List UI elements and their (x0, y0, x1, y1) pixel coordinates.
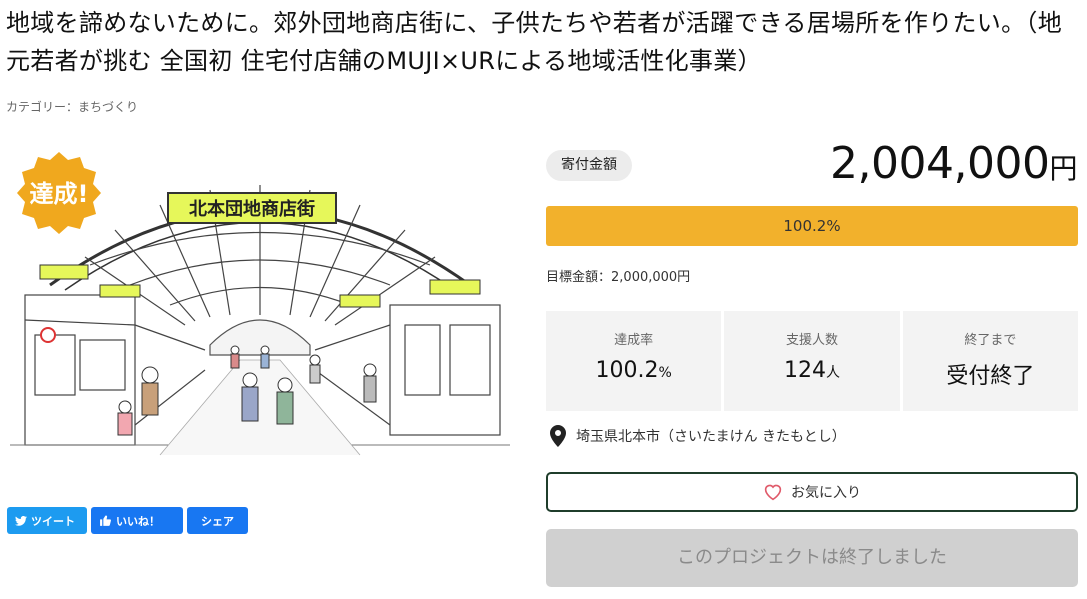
donation-amount-label: 寄付金額 (546, 150, 632, 181)
stat-label: 終了まで (964, 333, 1017, 348)
project-ended-button[interactable]: このプロジェクトは終了しました (546, 529, 1078, 587)
achieved-badge: 達成! (29, 180, 89, 208)
thumbs-up-icon (100, 515, 111, 526)
stat-unit: % (658, 365, 672, 381)
favorite-label: お気に入り (791, 485, 861, 501)
project-title: 地域を諦めないために。郊外団地商店街に、子供たちや若者が活躍できる居場所を作りた… (6, 9, 1062, 75)
share-button[interactable]: シェア (187, 507, 248, 534)
share-buttons: ツイート いいね！ シェア (7, 507, 248, 534)
like-button[interactable]: いいね！ (91, 507, 183, 534)
goal-amount: 目標金額：2,000,000円 (546, 266, 690, 285)
favorite-button[interactable]: お気に入り (546, 472, 1078, 512)
donation-amount-value: 2,004,000 (830, 138, 1050, 189)
stat-achievement-rate: 達成率 100.2% (546, 311, 722, 411)
heart-icon (764, 484, 782, 501)
progress-bar: 100.2% (546, 206, 1078, 246)
stat-value: 100.2 (595, 358, 659, 383)
donation-amount: 2,004,000円 (830, 138, 1077, 189)
category-label: カテゴリー： (6, 100, 79, 114)
stat-label: 支援人数 (785, 333, 838, 348)
location-text: 埼玉県北本市（さいたまけん きたもとし） (576, 429, 846, 445)
currency-unit: 円 (1049, 152, 1077, 185)
share-label: シェア (201, 514, 234, 528)
category-line: カテゴリー：まちづくり (6, 98, 138, 115)
stat-value: 124 (783, 358, 826, 383)
stat-supporters: 支援人数 124人 (724, 311, 900, 411)
stats-panel: 達成率 100.2% 支援人数 124人 終了まで 受付終了 (546, 311, 1078, 411)
stat-unit: 人 (825, 365, 840, 381)
map-pin-icon (550, 425, 566, 447)
tweet-button[interactable]: ツイート (7, 507, 87, 534)
stat-label: 達成率 (614, 333, 654, 348)
category-link[interactable]: まちづくり (78, 100, 138, 114)
stat-value: 受付終了 (946, 364, 1035, 389)
twitter-bird-icon (15, 515, 27, 526)
stat-time-remaining: 終了まで 受付終了 (902, 311, 1078, 411)
goal-value: 2,000,000円 (611, 270, 691, 285)
location: 埼玉県北本市（さいたまけん きたもとし） (550, 425, 846, 447)
arcade-sign-text: 北本団地商店街 (189, 198, 315, 220)
progress-percent: 100.2% (783, 217, 841, 235)
like-label: いいね！ (116, 514, 160, 528)
goal-label: 目標金額： (546, 270, 612, 285)
tweet-label: ツイート (31, 514, 75, 528)
